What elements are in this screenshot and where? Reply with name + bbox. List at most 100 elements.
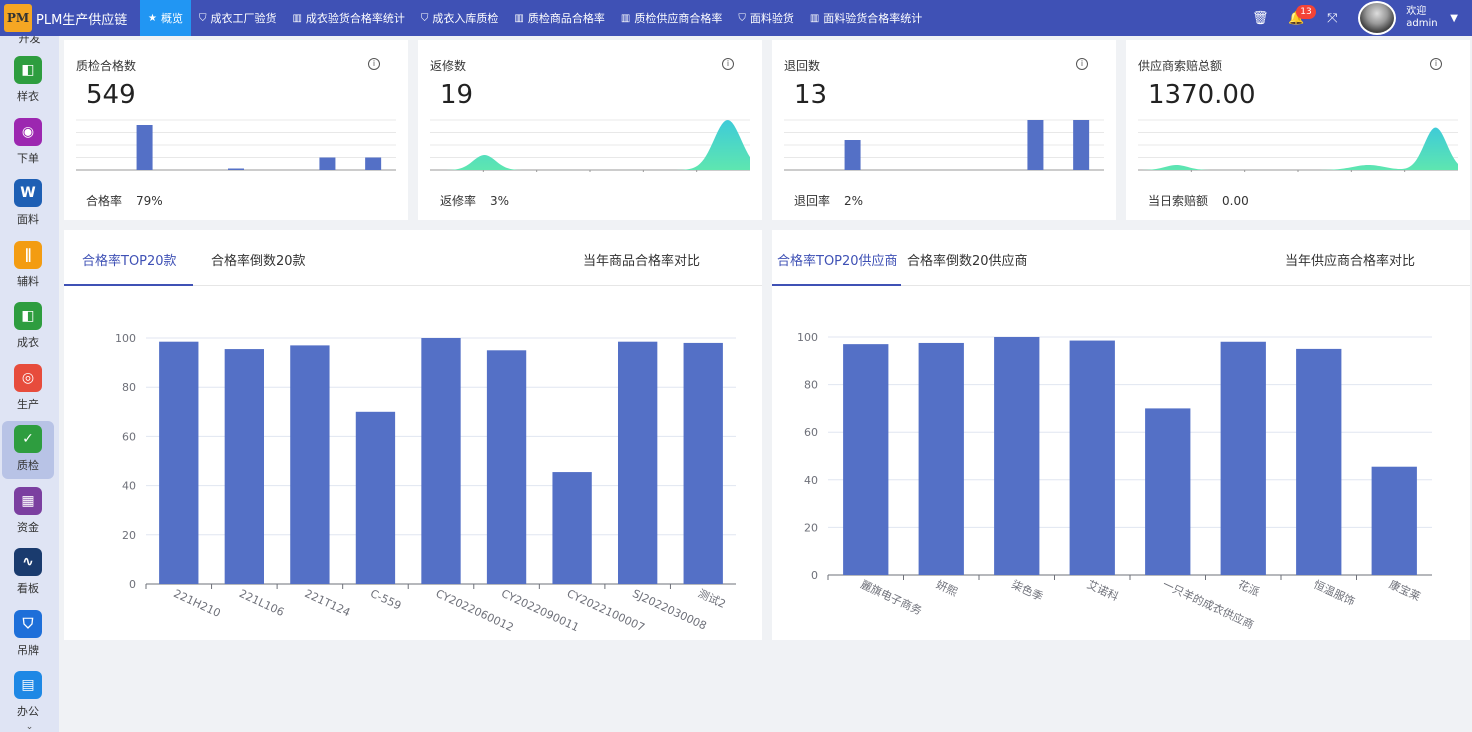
nav-tab-label: 概览 <box>160 12 183 25</box>
disc-icon: ◉ <box>14 117 42 146</box>
brand[interactable]: PM PLM生产供应链 <box>0 0 140 36</box>
bar[interactable] <box>486 350 527 584</box>
bar[interactable] <box>290 345 330 584</box>
bar[interactable] <box>918 342 964 575</box>
stat-title: 供应商索赔总额 <box>1138 59 1223 73</box>
product-pass-rate-panel: 合格率TOP20款 合格率倒数20款 当年商品合格率对比 0 20 40 60 80 10… <box>64 230 762 640</box>
nav-tab-1[interactable]: ⛉ 成衣工厂验货 <box>191 0 285 36</box>
tab-bottom20-suppliers[interactable]: 合格率倒数20供应商 <box>907 250 1028 269</box>
nav-tab-label: 面料验货 <box>749 12 794 25</box>
bar[interactable] <box>683 342 723 584</box>
nav-tab-6[interactable]: ⛉ 面料验货 <box>730 0 802 36</box>
stat-card-1: 返修数 i 19 返修率 3% <box>418 40 762 220</box>
stat-title: 质检合格数 <box>76 59 137 73</box>
info-icon[interactable]: i <box>1076 58 1088 70</box>
product-pass-rate-chart: 020406080100221H210 221L106 221T124 C-559 CY… <box>115 332 736 634</box>
stat-footer-label: 返修率 <box>440 194 477 208</box>
sidebar-item-label: 成衣 <box>17 336 39 349</box>
fullscreen-icon[interactable]: ⤧ <box>1314 11 1350 26</box>
calculator-icon: ▦ <box>14 486 42 515</box>
sidebar-item-0[interactable]: ◧ 样衣 <box>2 52 54 110</box>
notification-badge: 13 <box>1296 4 1316 19</box>
bar[interactable] <box>1371 466 1417 575</box>
info-icon[interactable]: i <box>368 58 380 70</box>
bar[interactable] <box>1145 408 1191 575</box>
sidebar-item-9[interactable]: ⛉ 吊牌 <box>2 606 54 664</box>
sidebar-item-1[interactable]: ◉ 下单 <box>2 114 54 172</box>
sparkline-chart <box>784 119 1104 171</box>
bar-chart-icon: ▥ <box>292 12 302 24</box>
x-tick-label: 测试2 <box>696 587 728 611</box>
nav-tab-4[interactable]: ▥ 质检商品合格率 <box>506 0 612 36</box>
sidebar-item-4[interactable]: ◧ 成衣 <box>2 298 54 356</box>
y-tick-label: 80 <box>122 381 136 394</box>
sparkline-bar <box>1027 120 1044 170</box>
info-icon[interactable]: i <box>722 58 734 70</box>
tab-bar: 合格率TOP20供应商 合格率倒数20供应商 当年供应商合格率对比 <box>772 230 1470 286</box>
nav-tab-2[interactable]: ▥ 成衣验货合格率统计 <box>284 0 412 36</box>
x-tick-label: C-559 <box>368 587 403 613</box>
bar[interactable] <box>618 341 658 584</box>
sidebar-item-label: 看板 <box>17 582 39 595</box>
stat-footer: 返修率 3% <box>440 192 509 209</box>
app-title: PLM生产供应链 <box>36 12 128 28</box>
nav-tab-label: 质检供应商合格率 <box>634 12 723 25</box>
bar[interactable] <box>421 338 461 584</box>
sidebar-item-5[interactable]: ◎ 生产 <box>2 360 54 418</box>
bar[interactable] <box>843 344 889 575</box>
info-icon[interactable]: i <box>1430 58 1442 70</box>
nav-tab-3[interactable]: ⛉ 成衣入库质检 <box>413 0 507 36</box>
bell-icon[interactable]: 🔔 13 <box>1278 4 1316 26</box>
bar[interactable] <box>355 411 396 584</box>
sparkline-area <box>1138 127 1458 170</box>
quality-icon: ✓ <box>14 425 42 453</box>
sidebar-item-10[interactable]: ▤ 办公 <box>2 667 54 725</box>
username: admin <box>1406 18 1438 29</box>
y-tick-label: 20 <box>804 521 818 534</box>
nav-tab-0[interactable]: ★ 概览 <box>140 0 191 36</box>
sparkline-chart <box>76 119 396 171</box>
user-info[interactable]: 欢迎 admin <box>1406 6 1446 30</box>
y-tick-label: 20 <box>122 529 136 542</box>
tab-bar: 合格率TOP20款 合格率倒数20款 当年商品合格率对比 <box>64 230 762 286</box>
sidebar-item-8[interactable]: ∿ 看板 <box>2 544 54 602</box>
sidebar-item-label: 面料 <box>17 213 39 226</box>
stat-footer-label: 合格率 <box>86 194 123 208</box>
sidebar-item-label: 辅料 <box>17 274 39 288</box>
bar[interactable] <box>1296 348 1342 575</box>
y-tick-label: 60 <box>122 430 136 443</box>
nav-tab-7[interactable]: ▥ 面料验货合格率统计 <box>802 0 930 36</box>
fabric-icon: W <box>14 179 42 207</box>
sparkline-bar <box>1073 120 1090 170</box>
trash-icon[interactable]: 🗑 <box>1242 11 1278 26</box>
nav-tab-5[interactable]: ▥ 质检供应商合格率 <box>613 0 730 36</box>
annual-supplier-compare-link[interactable]: 当年供应商合格率对比 <box>1285 250 1415 269</box>
bar[interactable] <box>994 337 1040 575</box>
sidebar-item-label: 吊牌 <box>17 643 39 657</box>
top-bar: PM PLM生产供应链 ★ 概览 ⛉ 成衣工厂验货 ▥ 成衣验货合格率统计 ⛉ 成衣入库质检 ▥… <box>0 0 1472 36</box>
production-icon: ◎ <box>14 363 42 392</box>
stat-footer-value: 0.00 <box>1222 194 1249 208</box>
avatar[interactable] <box>1358 1 1397 35</box>
stat-footer-label: 退回率 <box>794 194 831 208</box>
sidebar: 开发 ⌄ ◧ 样衣 ◉ 下单 W 面料 ∥ 辅料 ◧ 成衣 ◎ 生产 ✓ 质检 ▦ 资金 ∿ 看板 ⛉ 吊牌 ▤ 办公 <box>0 36 59 732</box>
bar[interactable] <box>552 472 592 584</box>
sidebar-item-2[interactable]: W 面料 <box>2 175 54 233</box>
caret-down-icon[interactable]: ▼ <box>1450 13 1458 24</box>
bar[interactable] <box>224 349 264 584</box>
sidebar-item-7[interactable]: ▦ 资金 <box>2 483 54 541</box>
stat-footer-label: 当日索赔额 <box>1148 194 1209 208</box>
annual-product-compare-link[interactable]: 当年商品合格率对比 <box>583 250 700 269</box>
bar[interactable] <box>1069 340 1115 575</box>
sidebar-item-3[interactable]: ∥ 辅料 <box>2 237 54 295</box>
tab-top20-products[interactable]: 合格率TOP20款 <box>82 250 177 269</box>
tab-top20-suppliers[interactable]: 合格率TOP20供应商 <box>777 250 898 269</box>
bar[interactable] <box>1220 341 1266 575</box>
tab-bottom20-products[interactable]: 合格率倒数20款 <box>211 250 306 269</box>
sidebar-item-dev[interactable]: 开发 <box>0 36 59 46</box>
nav-tab-label: 成衣验货合格率统计 <box>305 12 405 25</box>
sidebar-item-6[interactable]: ✓ 质检 <box>2 421 54 479</box>
sidebar-item-label: 质检 <box>17 459 39 472</box>
bar[interactable] <box>159 341 199 584</box>
sparkline-bar <box>844 140 861 170</box>
